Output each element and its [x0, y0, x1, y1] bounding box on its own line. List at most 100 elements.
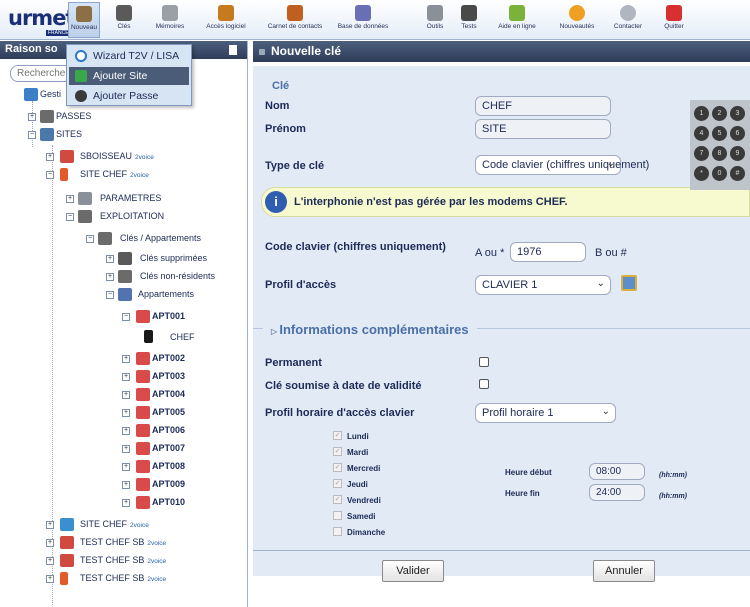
toolbar-button-quitter[interactable]: Quitter [656, 2, 692, 38]
expand-icon[interactable]: + [28, 113, 36, 121]
validite-checkbox[interactable] [479, 379, 489, 389]
expand-icon[interactable]: + [122, 427, 130, 435]
expand-icon[interactable]: + [46, 557, 54, 565]
profil-acces-label: Profil d'accès [265, 279, 337, 291]
keypad-key: 9 [730, 146, 745, 161]
expand-icon[interactable]: + [122, 463, 130, 471]
day-label-mercredi: Mercredi [347, 464, 381, 473]
heure-debut-field[interactable]: 08:00 [589, 463, 645, 480]
expand-icon[interactable]: + [122, 355, 130, 363]
apartment-icon [136, 478, 150, 491]
menu-item-wizard[interactable]: Wizard T2V / LISA [69, 47, 189, 65]
expand-icon[interactable]: + [122, 391, 130, 399]
expand-icon[interactable]: + [122, 499, 130, 507]
annuler-button[interactable]: Annuler [593, 560, 655, 582]
profil-acces-select[interactable]: CLAVIER 1 ⌄ [475, 275, 611, 295]
heure-fin-field[interactable]: 24:00 [589, 484, 645, 501]
exploitation-icon [78, 210, 92, 223]
keypad-key: * [694, 166, 709, 181]
new-icon [76, 6, 92, 22]
toolbar-button-cles[interactable]: Clés [112, 2, 136, 38]
valider-button[interactable]: Valider [382, 560, 444, 582]
expand-icon[interactable]: + [122, 409, 130, 417]
expand-icon[interactable]: + [46, 575, 54, 583]
keypad-key: 8 [712, 146, 727, 161]
toolbar-button-nouveau[interactable]: Nouveau [68, 2, 100, 38]
badge-key-icon [144, 330, 153, 343]
expand-icon[interactable]: + [122, 481, 130, 489]
menu-item-ajouter-site[interactable]: Ajouter Site [69, 67, 189, 85]
nom-field[interactable]: CHEF [475, 96, 611, 116]
expand-icon[interactable]: + [66, 195, 74, 203]
collapse-icon[interactable]: − [46, 171, 54, 179]
day-checkbox-lundi[interactable]: ✓ [333, 431, 342, 440]
day-checkbox-jeudi[interactable]: ✓ [333, 479, 342, 488]
contacts-icon [287, 5, 303, 21]
site-icon [60, 536, 74, 549]
toolbar-button-carnet-contacts[interactable]: Carnet de contacts [262, 2, 328, 38]
toolbar-button-aide[interactable]: Aide en ligne [490, 2, 544, 38]
mail-icon [620, 5, 636, 21]
toolbar-button-contacter[interactable]: Contacter [608, 2, 648, 38]
tests-icon [461, 5, 477, 21]
code-b-label: B ou # [595, 247, 627, 259]
section-info-title: ▷ Informations complémentaires [263, 322, 477, 337]
expand-icon[interactable]: + [106, 255, 114, 263]
expand-icon[interactable]: + [106, 273, 114, 281]
deleted-keys-icon [118, 252, 132, 265]
collapse-icon[interactable]: − [86, 235, 94, 243]
toolbar-button-base-donnees[interactable]: Base de données [332, 2, 394, 38]
day-checkbox-dimanche[interactable] [333, 527, 342, 536]
prenom-field[interactable]: SITE [475, 119, 611, 139]
toolbar-button-acces-logiciel[interactable]: Accès logiciel [200, 2, 252, 38]
expand-icon[interactable]: + [122, 445, 130, 453]
toolbar-button-nouveautes[interactable]: Nouveautés [552, 2, 602, 38]
collapse-icon[interactable]: − [106, 291, 114, 299]
tools-icon [427, 5, 443, 21]
nom-label: Nom [265, 100, 290, 112]
site-icon [60, 554, 74, 567]
keys-icon [98, 232, 112, 245]
keypad-image: 1 2 3 4 5 6 7 8 9 * 0 # [690, 100, 750, 190]
day-label-samedi: Samedi [347, 512, 376, 521]
keypad-key: 1 [694, 106, 709, 121]
antenna-icon [60, 572, 68, 585]
toolbar-button-outils[interactable]: Outils [422, 2, 448, 38]
toolbar-button-memoires[interactable]: Mémoires [150, 2, 190, 38]
info-message: L'interphonie n'est pas gérée par les mo… [294, 196, 568, 208]
edit-profile-icon[interactable] [621, 275, 637, 291]
collapse-icon[interactable]: − [28, 131, 36, 139]
network-icon [24, 88, 38, 101]
day-checkbox-vendredi[interactable]: ✓ [333, 495, 342, 504]
urmet-logo: urmet FRANCE [8, 6, 75, 36]
profil-horaire-select[interactable]: Profil horaire 1 ⌄ [475, 403, 616, 423]
toolbar-button-tests[interactable]: Tests [458, 2, 480, 38]
permanent-checkbox[interactable] [479, 357, 489, 367]
keypad-key: 5 [712, 126, 727, 141]
collapse-icon[interactable]: − [66, 213, 74, 221]
document-icon[interactable] [229, 45, 237, 55]
day-checkbox-samedi[interactable] [333, 511, 342, 520]
apartments-icon [118, 288, 132, 301]
chevron-down-icon: ⌄ [601, 406, 610, 417]
type-cle-select[interactable]: Code clavier (chiffres uniquement) ⌄ [475, 155, 649, 175]
expand-icon[interactable]: + [46, 521, 54, 529]
keypad-key: 6 [730, 126, 745, 141]
day-checkbox-mardi[interactable]: ✓ [333, 447, 342, 456]
collapse-icon[interactable]: − [122, 313, 130, 321]
menu-item-ajouter-passe[interactable]: Ajouter Passe [69, 87, 189, 105]
expand-icon[interactable]: + [46, 153, 54, 161]
day-checkbox-mercredi[interactable]: ✓ [333, 463, 342, 472]
expand-icon[interactable]: + [46, 539, 54, 547]
footer-divider [253, 550, 750, 551]
apartment-icon [136, 352, 150, 365]
logo-text: urmet [8, 6, 75, 30]
keypad-key: 7 [694, 146, 709, 161]
new-key-form: Clé Nom CHEF Prénom SITE Type de clé Cod… [253, 66, 750, 582]
expand-icon[interactable]: + [122, 373, 130, 381]
code-clavier-field[interactable]: 1976 [510, 242, 586, 262]
info-icon: i [265, 191, 287, 213]
day-label-lundi: Lundi [347, 432, 369, 441]
heure-fin-format: (hh:mm) [659, 493, 687, 500]
wifi-icon [75, 50, 87, 62]
